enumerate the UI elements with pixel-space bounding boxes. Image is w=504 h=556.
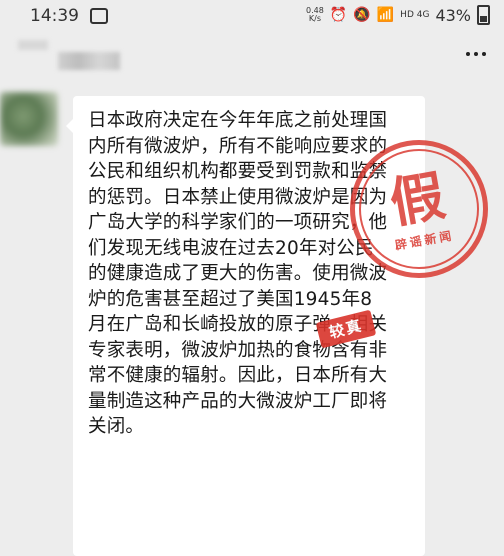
bubble-tail: [66, 118, 74, 134]
more-dots-icon[interactable]: [466, 52, 486, 56]
network-type-label: HD 4G: [400, 10, 430, 20]
mute-icon: 🔕: [353, 7, 371, 23]
status-time: 14:39: [30, 6, 79, 26]
net-speed: 0.48 K/s: [306, 6, 324, 23]
fake-news-stamp: 假 辟谣新闻: [339, 129, 499, 289]
battery-icon: [477, 5, 490, 25]
status-bar: 14:39 0.48 K/s ⏰ 🔕 📶 HD 4G 43%: [0, 0, 504, 32]
avatar[interactable]: [0, 92, 58, 146]
status-icons: 0.48 K/s ⏰ 🔕 📶 HD 4G 43%: [306, 5, 490, 25]
chat-title-obscured: [58, 52, 120, 70]
battery-percent: 43%: [435, 5, 471, 25]
alarm-icon: ⏰: [329, 7, 348, 23]
back-area-obscured[interactable]: [18, 40, 48, 50]
notification-icon: [90, 8, 108, 24]
wifi-icon: 📶: [376, 7, 395, 23]
